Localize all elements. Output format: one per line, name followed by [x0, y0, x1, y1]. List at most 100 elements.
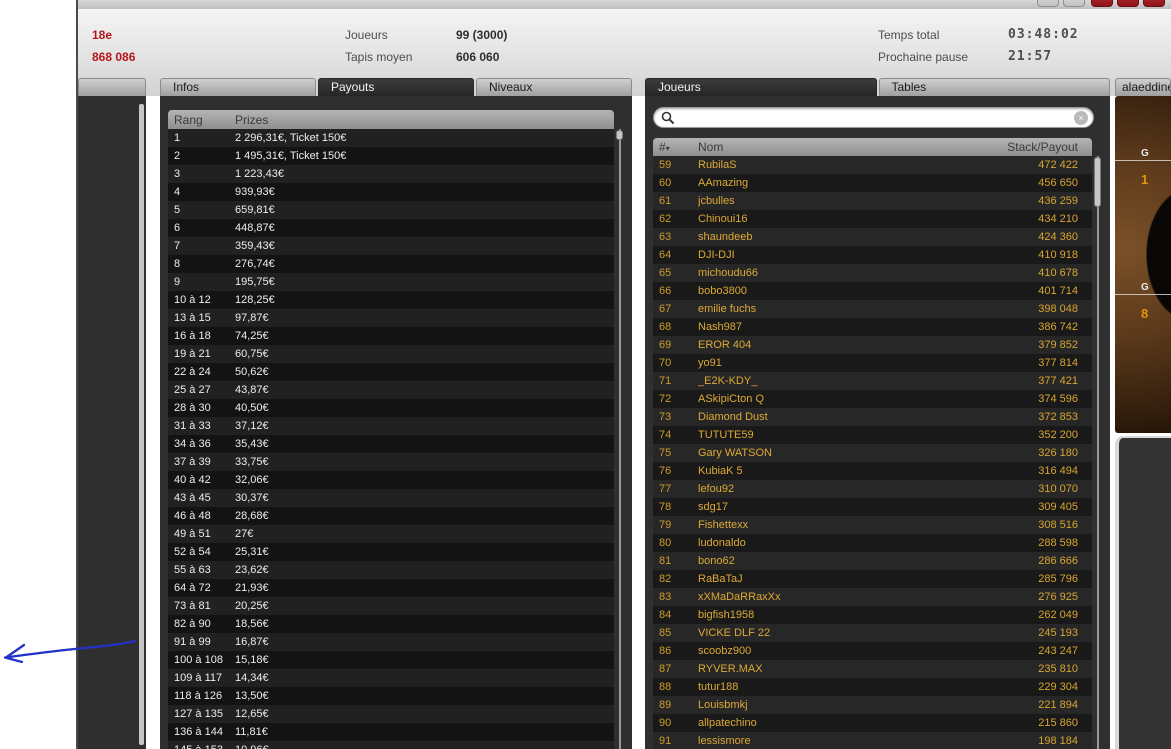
payout-row[interactable]: 109 à 117 14,34€ — [168, 669, 614, 687]
players-col-stack[interactable]: Stack/Payout — [1007, 140, 1092, 154]
player-row[interactable]: 81 bono62 286 666 — [653, 552, 1092, 570]
table-tab-alaeddine[interactable]: alaeddine — [1115, 78, 1171, 96]
player-row[interactable]: 75 Gary WATSON 326 180 — [653, 444, 1092, 462]
player-row[interactable]: 88 tutur188 229 304 — [653, 678, 1092, 696]
payout-row[interactable]: 82 à 90 18,56€ — [168, 615, 614, 633]
player-row[interactable]: 83 xXMaDaRRaxXx 276 925 — [653, 588, 1092, 606]
payouts-scrollbar[interactable] — [616, 129, 623, 749]
window-button-red-1[interactable] — [1091, 0, 1113, 7]
left-strip-tab[interactable] — [78, 78, 146, 96]
player-search-box[interactable]: × — [653, 107, 1094, 128]
payout-prize: 2 296,31€, Ticket 150€ — [235, 132, 347, 144]
players-col-rank[interactable]: #▾ — [653, 140, 698, 154]
player-row[interactable]: 73 Diamond Dust 372 853 — [653, 408, 1092, 426]
player-row[interactable]: 78 sdg17 309 405 — [653, 498, 1092, 516]
payout-row[interactable]: 34 à 36 35,43€ — [168, 435, 614, 453]
player-row[interactable]: 77 lefou92 310 070 — [653, 480, 1092, 498]
player-name: lessismore — [698, 735, 751, 747]
payout-row[interactable]: 4 939,93€ — [168, 183, 614, 201]
player-row[interactable]: 82 RaBaTaJ 285 796 — [653, 570, 1092, 588]
payout-row[interactable]: 136 à 144 11,81€ — [168, 723, 614, 741]
player-row[interactable]: 90 allpatechino 215 860 — [653, 714, 1092, 732]
player-row[interactable]: 80 ludonaldo 288 598 — [653, 534, 1092, 552]
players-scroll-thumb[interactable] — [1094, 157, 1101, 207]
payout-row[interactable]: 49 à 51 27€ — [168, 525, 614, 543]
poker-table-preview[interactable]: G 1 G 8 — [1115, 96, 1171, 433]
players-col-nom[interactable]: Nom — [698, 140, 1007, 154]
tab-payouts[interactable]: Payouts — [318, 78, 474, 96]
player-row[interactable]: 59 RubilaS 472 422 — [653, 156, 1092, 174]
player-row[interactable]: 62 Chinoui16 434 210 — [653, 210, 1092, 228]
payout-prize: 14,34€ — [235, 672, 269, 684]
window-button-red-3[interactable] — [1143, 0, 1165, 7]
player-row[interactable]: 79 Fishettexx 308 516 — [653, 516, 1092, 534]
player-rank: 71 — [659, 375, 672, 387]
payout-row[interactable]: 118 à 126 13,50€ — [168, 687, 614, 705]
player-row[interactable]: 74 TUTUTE59 352 200 — [653, 426, 1092, 444]
payout-row[interactable]: 7 359,43€ — [168, 237, 614, 255]
window-button-gray-2[interactable] — [1063, 0, 1085, 7]
payout-row[interactable]: 3 1 223,43€ — [168, 165, 614, 183]
payout-row[interactable]: 52 à 54 25,31€ — [168, 543, 614, 561]
player-row[interactable]: 71 _E2K-KDY_ 377 421 — [653, 372, 1092, 390]
player-row[interactable]: 61 jcbulles 436 259 — [653, 192, 1092, 210]
payout-row[interactable]: 37 à 39 33,75€ — [168, 453, 614, 471]
payout-row[interactable]: 13 à 15 97,87€ — [168, 309, 614, 327]
window-button-red-2[interactable] — [1117, 0, 1139, 7]
tab-niveaux[interactable]: Niveaux — [476, 78, 632, 96]
payout-row[interactable]: 2 1 495,31€, Ticket 150€ — [168, 147, 614, 165]
player-row[interactable]: 60 AAmazing 456 650 — [653, 174, 1092, 192]
window-button-gray-1[interactable] — [1037, 0, 1059, 7]
player-row[interactable]: 64 DJI-DJI 410 918 — [653, 246, 1092, 264]
payout-row[interactable]: 25 à 27 43,87€ — [168, 381, 614, 399]
player-row[interactable]: 76 KubiaK 5 316 494 — [653, 462, 1092, 480]
player-row[interactable]: 85 VICKE DLF 22 245 193 — [653, 624, 1092, 642]
payout-row[interactable]: 55 à 63 23,62€ — [168, 561, 614, 579]
payout-row[interactable]: 64 à 72 21,93€ — [168, 579, 614, 597]
payout-row[interactable]: 19 à 21 60,75€ — [168, 345, 614, 363]
player-row[interactable]: 68 Nash987 386 742 — [653, 318, 1092, 336]
payout-row[interactable]: 22 à 24 50,62€ — [168, 363, 614, 381]
player-row[interactable]: 86 scoobz900 243 247 — [653, 642, 1092, 660]
player-search-input[interactable] — [680, 109, 1069, 126]
payout-row[interactable]: 145 à 15310,96€ — [168, 741, 614, 749]
payout-row[interactable]: 6 448,87€ — [168, 219, 614, 237]
payout-rank: 31 à 33 — [174, 420, 211, 432]
player-row[interactable]: 87 RYVER.MAX 235 810 — [653, 660, 1092, 678]
player-row[interactable]: 66 bobo3800 401 714 — [653, 282, 1092, 300]
payout-row[interactable]: 43 à 45 30,37€ — [168, 489, 614, 507]
payout-row[interactable]: 9 195,75€ — [168, 273, 614, 291]
payout-row[interactable]: 100 à 108 15,18€ — [168, 651, 614, 669]
payout-row[interactable]: 10 à 12 128,25€ — [168, 291, 614, 309]
search-clear-icon[interactable]: × — [1074, 111, 1088, 125]
payout-row[interactable]: 16 à 18 74,25€ — [168, 327, 614, 345]
payouts-scroll-thumb[interactable] — [616, 130, 623, 140]
player-row[interactable]: 70 yo91 377 814 — [653, 354, 1092, 372]
payout-row[interactable]: 8 276,74€ — [168, 255, 614, 273]
payout-row[interactable]: 46 à 48 28,68€ — [168, 507, 614, 525]
player-row[interactable]: 84 bigfish1958 262 049 — [653, 606, 1092, 624]
player-rank: 61 — [659, 195, 672, 207]
payout-prize: 10,96€ — [235, 741, 269, 749]
payout-row[interactable]: 31 à 33 37,12€ — [168, 417, 614, 435]
player-row[interactable]: 91 lessismore 198 184 — [653, 732, 1092, 749]
payout-row[interactable]: 127 à 135 12,65€ — [168, 705, 614, 723]
player-row[interactable]: 89 Louisbmkj 221 894 — [653, 696, 1092, 714]
player-row[interactable]: 72 ASkipiCton Q 374 596 — [653, 390, 1092, 408]
payout-row[interactable]: 73 à 81 20,25€ — [168, 597, 614, 615]
player-row[interactable]: 65 michoudu66 410 678 — [653, 264, 1092, 282]
tab-infos[interactable]: Infos — [160, 78, 316, 96]
payout-prize: 21,93€ — [235, 582, 269, 594]
tab-tables[interactable]: Tables — [878, 78, 1110, 96]
player-stack: 316 494 — [1038, 465, 1078, 477]
tab-joueurs[interactable]: Joueurs — [645, 78, 877, 96]
players-scrollbar[interactable] — [1094, 156, 1101, 749]
payout-row[interactable]: 5 659,81€ — [168, 201, 614, 219]
payout-row[interactable]: 28 à 30 40,50€ — [168, 399, 614, 417]
player-row[interactable]: 63 shaundeeb 424 360 — [653, 228, 1092, 246]
payout-row[interactable]: 91 à 99 16,87€ — [168, 633, 614, 651]
payout-row[interactable]: 40 à 42 32,06€ — [168, 471, 614, 489]
player-row[interactable]: 69 EROR 404 379 852 — [653, 336, 1092, 354]
payout-row[interactable]: 1 2 296,31€, Ticket 150€ — [168, 129, 614, 147]
player-row[interactable]: 67 emilie fuchs 398 048 — [653, 300, 1092, 318]
